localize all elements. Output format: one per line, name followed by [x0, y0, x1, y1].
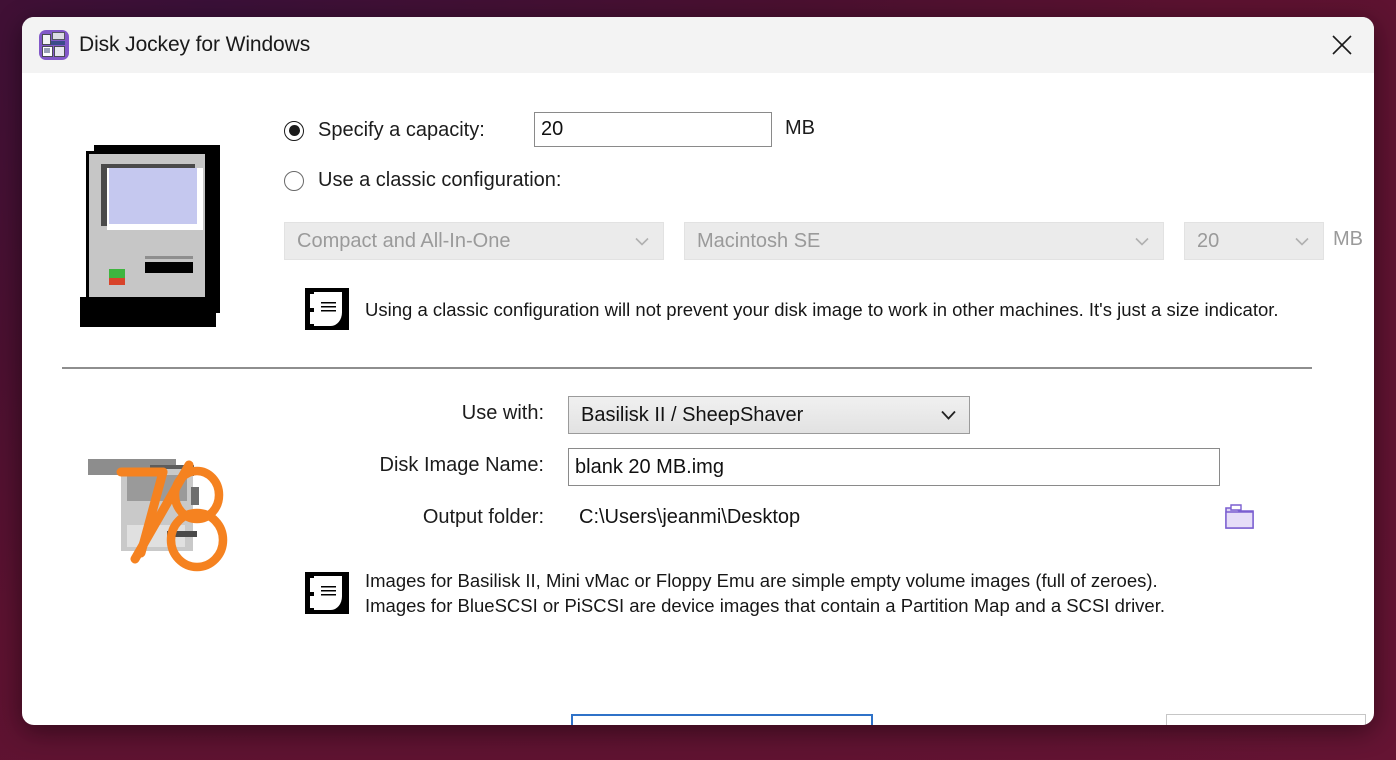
title-bar: Disk Jockey for Windows: [22, 17, 1374, 73]
capacity-unit-label: MB: [785, 117, 815, 139]
note-info-icon: [305, 572, 349, 614]
machine-family-value: Compact and All-In-One: [297, 229, 511, 252]
folder-icon[interactable]: [1225, 503, 1255, 529]
disk-image-name-input[interactable]: [568, 448, 1220, 486]
disk-jockey-icon: [39, 30, 69, 60]
image-format-note: Images for Basilisk II, Mini vMac or Flo…: [305, 568, 1165, 618]
chevron-down-icon: [941, 404, 956, 427]
disk-image-name-label: Disk Image Name:: [379, 454, 545, 476]
section-divider: [62, 367, 1312, 369]
classic-configuration-row: Use a classic configuration:: [284, 169, 561, 192]
close-icon: [1332, 35, 1352, 55]
specify-capacity-label: Specify a capacity:: [318, 119, 485, 141]
note-info-icon: [305, 288, 349, 330]
specify-capacity-radio[interactable]: [284, 120, 304, 141]
close-button[interactable]: [1310, 17, 1374, 73]
seven-eight-logo: [107, 455, 235, 577]
machine-family-select[interactable]: Compact and All-In-One: [284, 222, 664, 260]
classic-macintosh-illustration: [80, 141, 220, 476]
image-format-note-line1: Images for Basilisk II, Mini vMac or Flo…: [365, 570, 1158, 591]
create-image-button[interactable]: Create the Image: [571, 714, 873, 725]
image-format-note-line2: Images for BlueSCSI or PiSCSI are device…: [365, 595, 1165, 616]
machine-size-select[interactable]: 20: [1184, 222, 1324, 260]
chevron-down-icon: [1135, 230, 1149, 253]
use-with-value: Basilisk II / SheepShaver: [581, 403, 804, 426]
capacity-input[interactable]: [534, 112, 772, 147]
classic-config-note-text: Using a classic configuration will not p…: [365, 298, 1279, 320]
chevron-down-icon: [1295, 230, 1309, 253]
machine-size-unit-label: MB: [1333, 228, 1363, 250]
about-disk-jockey-button[interactable]: About Disk Jockey: [1166, 714, 1366, 725]
classic-configuration-label: Use a classic configuration:: [318, 169, 562, 191]
output-folder-label: Output folder:: [422, 506, 544, 528]
output-folder-value: C:\Users\jeanmi\Desktop: [579, 506, 801, 528]
machine-model-select[interactable]: Macintosh SE: [684, 222, 1164, 260]
specify-capacity-row: Specify a capacity:: [284, 119, 485, 142]
classic-config-note: Using a classic configuration will not p…: [305, 288, 1279, 330]
classic-configuration-radio[interactable]: [284, 170, 304, 191]
app-window: Disk Jockey for Windows Specify a capaci…: [22, 17, 1374, 725]
machine-size-value: 20: [1197, 229, 1220, 252]
use-with-select[interactable]: Basilisk II / SheepShaver: [568, 396, 970, 434]
window-title: Disk Jockey for Windows: [79, 33, 311, 56]
machine-model-value: Macintosh SE: [697, 229, 821, 252]
window-content: Specify a capacity: MB Use a classic con…: [22, 73, 1374, 725]
chevron-down-icon: [635, 230, 649, 253]
use-with-label: Use with:: [461, 402, 544, 424]
